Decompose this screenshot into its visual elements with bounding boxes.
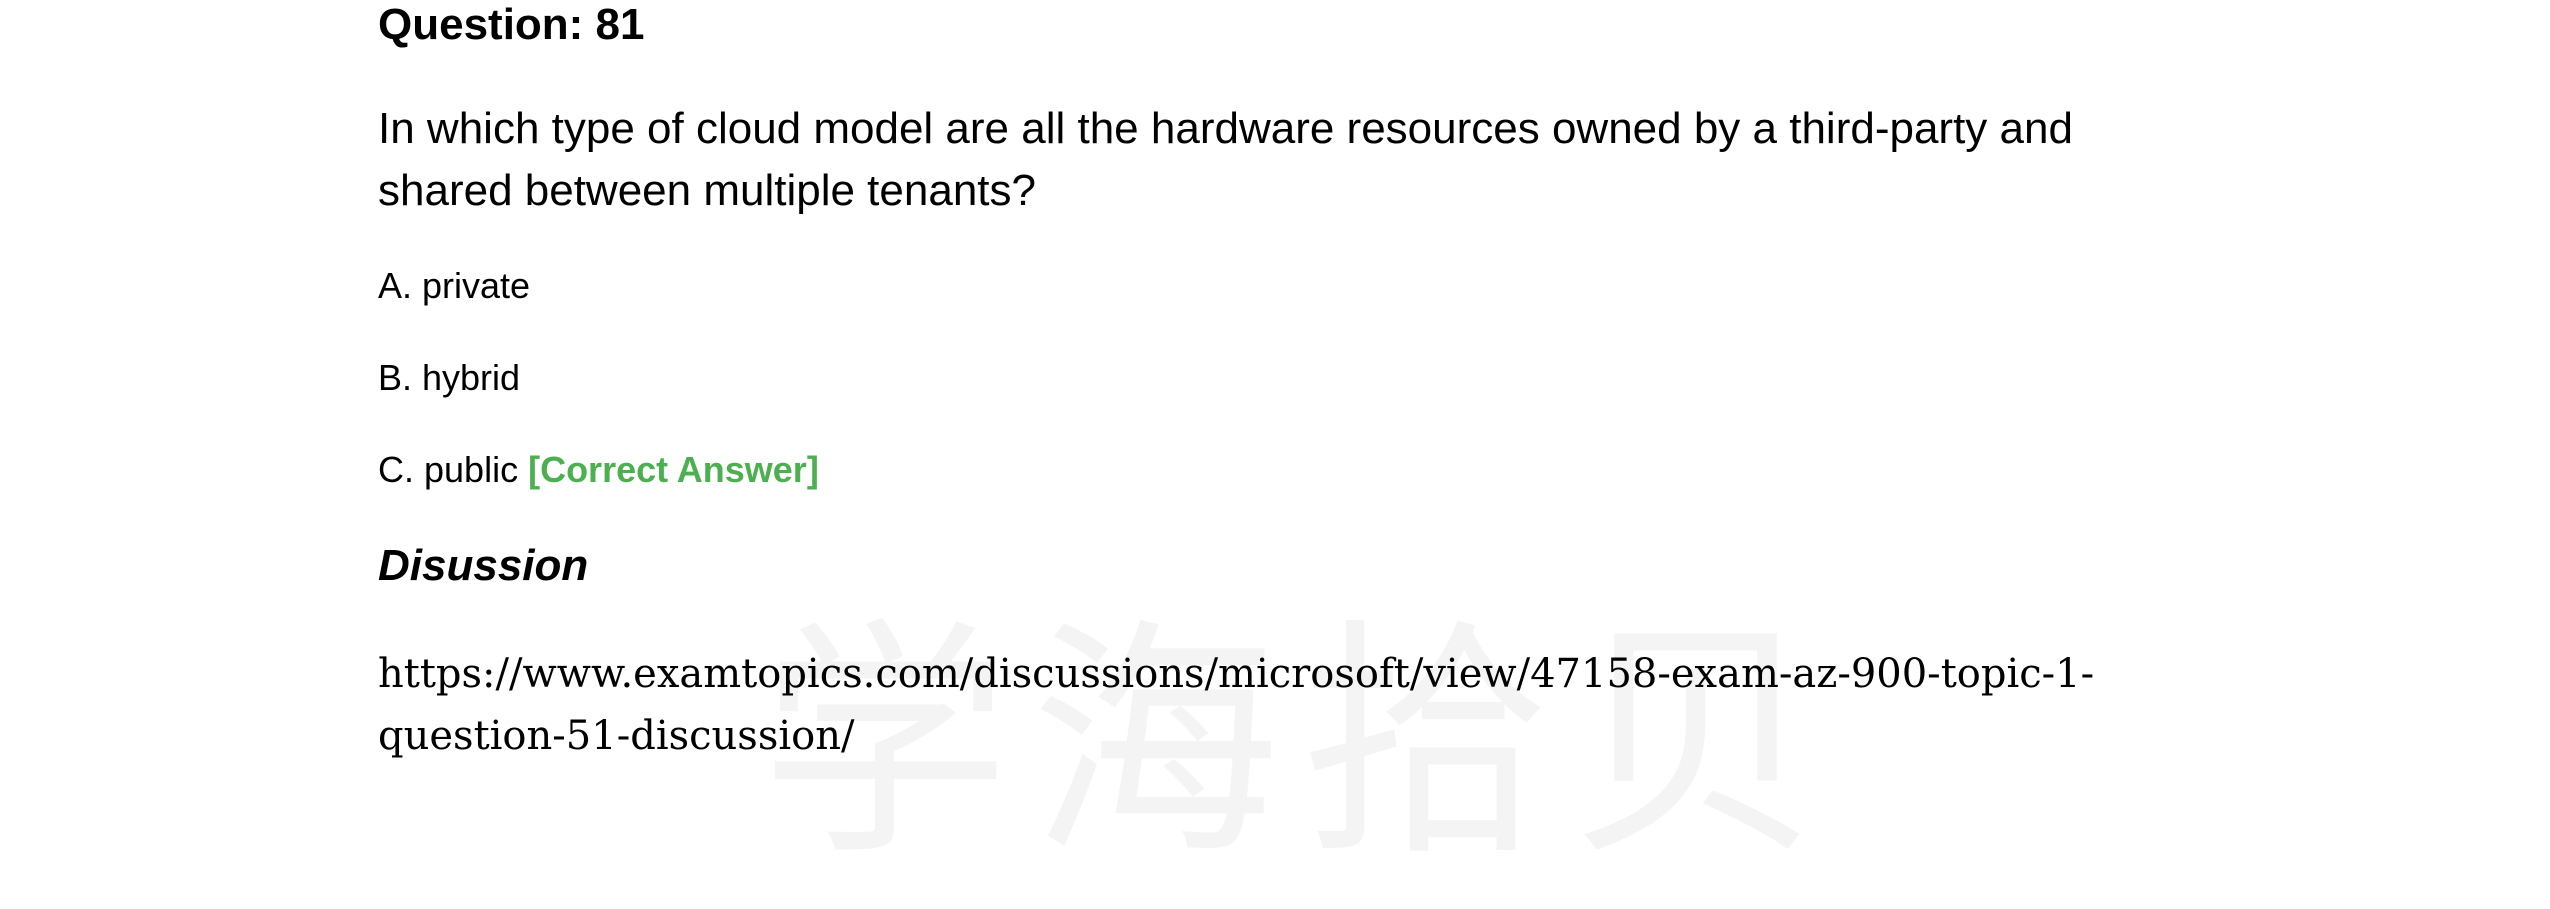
discussion-link-line-1[interactable]: https://www.examtopics.com/discussions/m… [378, 651, 2094, 697]
question-title: Question: 81 [378, 0, 645, 49]
option-b: B. hybrid [378, 357, 520, 399]
option-c-label: C. public [378, 449, 519, 490]
question-text: In which type of cloud model are all the… [378, 104, 2073, 215]
discussion-heading: Disussion [378, 541, 589, 590]
option-c: C. public [Correct Answer] [378, 449, 819, 491]
document-page: 学海拾贝 Question: 81 In which type of cloud… [0, 0, 2550, 909]
correct-answer-tag: [Correct Answer] [528, 449, 819, 490]
discussion-link[interactable]: https://www.examtopics.com/discussions/m… [378, 643, 2178, 767]
option-a-label: A. private [378, 265, 531, 306]
discussion-link-line-2[interactable]: question-51-discussion/ [378, 713, 854, 759]
option-b-label: B. hybrid [378, 357, 521, 398]
option-a: A. private [378, 265, 530, 307]
